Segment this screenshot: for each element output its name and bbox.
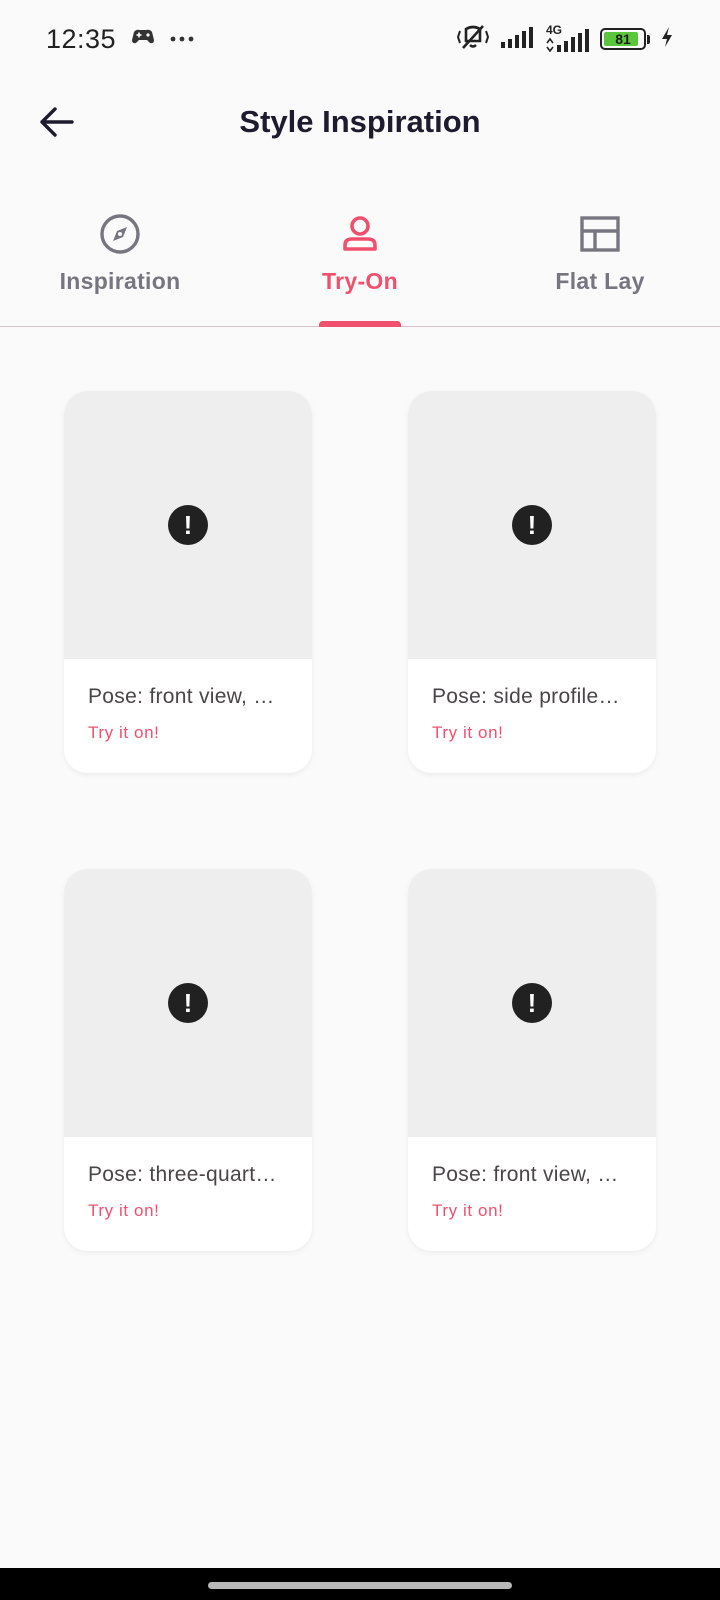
card-image-placeholder: ! <box>64 869 312 1137</box>
card-image-placeholder: ! <box>408 869 656 1137</box>
status-bar: 12:35 4G 81 <box>0 0 720 78</box>
person-icon <box>338 212 382 256</box>
error-icon: ! <box>168 505 208 545</box>
tab-bar: Inspiration Try-On Flat Lay <box>0 190 720 327</box>
try-it-on-link[interactable]: Try it on! <box>432 1201 632 1221</box>
home-gesture-handle[interactable] <box>208 1582 512 1589</box>
card-title: Pose: side profile… <box>432 685 620 708</box>
battery-icon: 81 <box>600 28 650 50</box>
pose-card[interactable]: ! Pose: front view, … Try it on! <box>64 391 312 773</box>
try-it-on-link[interactable]: Try it on! <box>432 723 632 743</box>
game-controller-icon <box>130 26 156 53</box>
tab-label: Try-On <box>322 268 398 294</box>
error-icon: ! <box>168 983 208 1023</box>
card-title: Pose: front view, … <box>88 685 275 708</box>
try-it-on-link[interactable]: Try it on! <box>88 1201 288 1221</box>
layout-icon <box>578 212 622 256</box>
status-right: 4G 81 <box>456 23 674 56</box>
tab-try-on[interactable]: Try-On <box>240 190 480 327</box>
pose-card[interactable]: ! Pose: side profile… Try it on! <box>408 391 656 773</box>
tab-flat-lay[interactable]: Flat Lay <box>480 190 720 326</box>
card-image-placeholder: ! <box>64 391 312 659</box>
try-it-on-link[interactable]: Try it on! <box>88 723 288 743</box>
signal-icon <box>500 25 534 54</box>
tab-label: Inspiration <box>59 268 181 294</box>
tab-indicator <box>319 321 401 327</box>
status-time: 12:35 <box>46 23 117 54</box>
status-left: 12:35 <box>46 24 194 55</box>
error-icon: ! <box>512 505 552 545</box>
system-nav-bar <box>0 1568 720 1600</box>
signal-4g-icon: 4G <box>544 23 590 53</box>
pose-card[interactable]: ! Pose: three-quart… Try it on! <box>64 869 312 1251</box>
app-bar: Style Inspiration <box>0 78 720 170</box>
tab-label: Flat Lay <box>555 268 645 294</box>
card-image-placeholder: ! <box>408 391 656 659</box>
more-dots-icon <box>170 30 194 48</box>
tab-inspiration[interactable]: Inspiration <box>0 190 240 326</box>
battery-level: 81 <box>615 31 631 47</box>
vibrate-off-icon <box>456 23 490 56</box>
card-title: Pose: front view, … <box>432 1163 619 1186</box>
error-icon: ! <box>512 983 552 1023</box>
charging-bolt-icon <box>660 26 674 53</box>
compass-icon <box>98 212 142 256</box>
pose-card[interactable]: ! Pose: front view, … Try it on! <box>408 869 656 1251</box>
page-title: Style Inspiration <box>239 104 481 139</box>
card-title: Pose: three-quart… <box>88 1163 277 1186</box>
